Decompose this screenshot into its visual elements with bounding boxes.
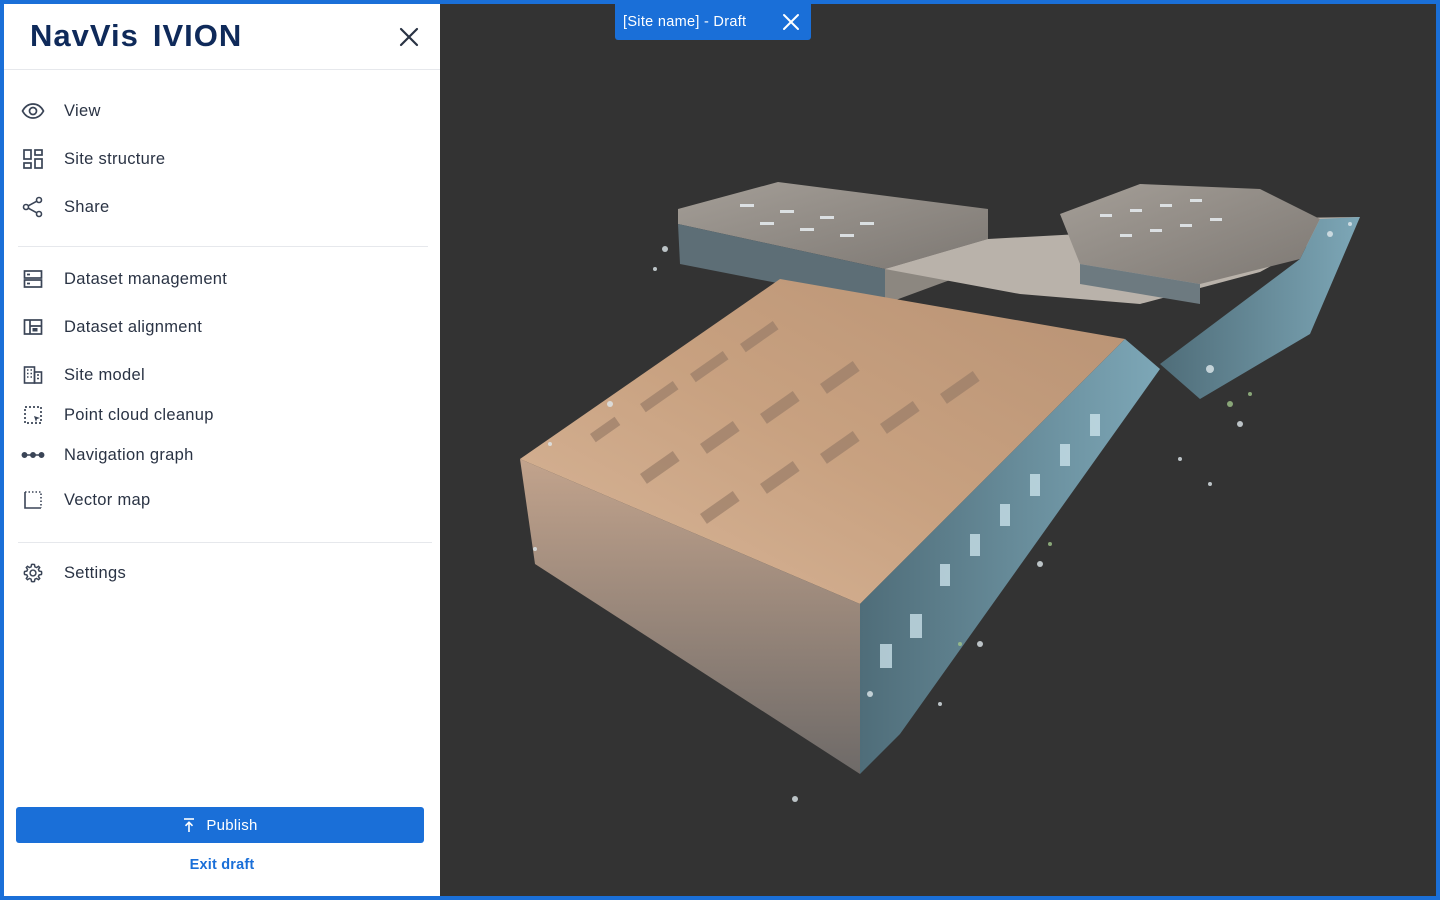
close-draft-button[interactable] (781, 12, 801, 32)
publish-icon (182, 817, 196, 833)
app-frame: NavVis IVION View Site structure Share D… (0, 0, 1440, 900)
navvis-ivion-logo: NavVis IVION (30, 18, 242, 54)
sidebar-item-label: Share (64, 197, 110, 216)
draft-title: [Site name] - Draft (623, 14, 747, 30)
sidebar-item-label: Dataset management (64, 269, 228, 288)
point-cloud-cleanup-icon (18, 400, 48, 430)
navigation-graph-icon (18, 440, 48, 470)
vector-map-icon (18, 485, 48, 515)
sidebar-item-site-structure[interactable]: Site structure (18, 139, 428, 179)
share-icon (18, 192, 48, 222)
site-model-icon (18, 360, 48, 390)
sidebar-item-label: Site structure (64, 149, 166, 168)
exit-draft-link[interactable]: Exit draft (4, 857, 440, 873)
sidebar-item-vector-map[interactable]: Vector map (18, 480, 428, 520)
point-cloud-viewport[interactable]: [Site name] - Draft (440, 4, 1436, 896)
logo-brand: NavVis (30, 18, 139, 53)
sidebar-header: NavVis IVION (4, 4, 440, 70)
sidebar-item-view[interactable]: View (18, 91, 428, 131)
eye-icon (18, 96, 48, 126)
close-sidebar-button[interactable] (396, 24, 422, 50)
sidebar-item-point-cloud-cleanup[interactable]: Point cloud cleanup (18, 395, 428, 435)
close-icon (399, 27, 419, 47)
sidebar-item-label: View (64, 101, 101, 120)
sidebar-item-label: Dataset alignment (64, 317, 203, 336)
sidebar-item-site-model[interactable]: Site model (18, 355, 428, 395)
sidebar-item-settings[interactable]: Settings (18, 553, 428, 593)
draft-tab: [Site name] - Draft (615, 4, 811, 40)
publish-button[interactable]: Publish (16, 807, 424, 843)
building-main (520, 279, 1160, 774)
sidebar-item-label: Vector map (64, 490, 151, 509)
close-icon (783, 14, 799, 30)
sidebar-item-dataset-alignment[interactable]: Dataset alignment (18, 307, 428, 347)
site-structure-icon (18, 144, 48, 174)
building-back-left (678, 182, 988, 304)
point-cloud-model (520, 182, 1360, 802)
publish-label: Publish (206, 816, 258, 834)
sidebar-item-dataset-management[interactable]: Dataset management (18, 259, 428, 299)
logo-product: IVION (152, 18, 243, 53)
gear-icon (18, 558, 48, 588)
sidebar-item-label: Navigation graph (64, 445, 194, 464)
sidebar: NavVis IVION View Site structure Share D… (4, 4, 440, 896)
sidebar-item-label: Settings (64, 563, 127, 582)
sidebar-item-share[interactable]: Share (18, 187, 428, 227)
sidebar-item-label: Point cloud cleanup (64, 405, 214, 424)
sidebar-item-navigation-graph[interactable]: Navigation graph (18, 435, 428, 475)
divider (18, 542, 432, 543)
divider (18, 246, 428, 247)
sidebar-item-label: Site model (64, 365, 145, 384)
dataset-management-icon (18, 264, 48, 294)
dataset-alignment-icon (18, 312, 48, 342)
